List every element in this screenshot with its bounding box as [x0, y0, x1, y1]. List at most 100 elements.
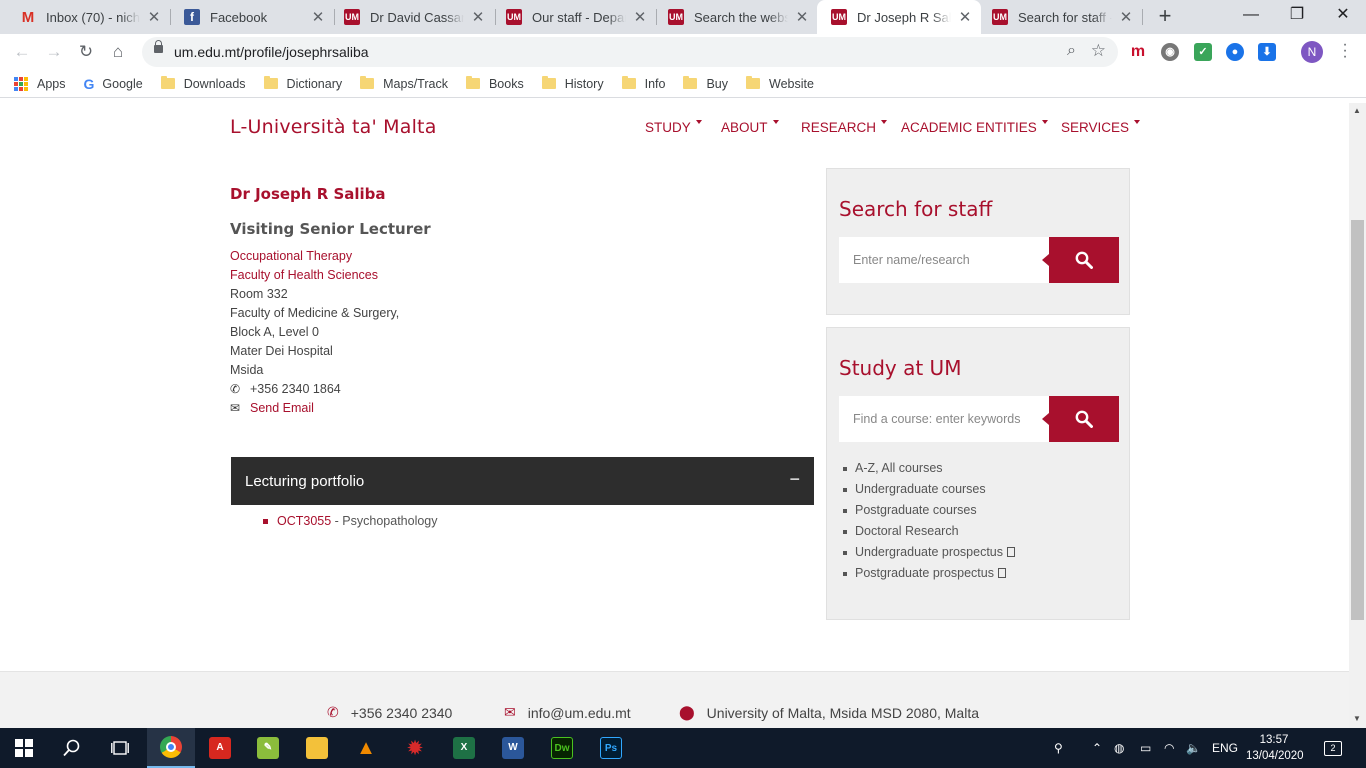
scrollbar-thumb[interactable]: [1351, 220, 1364, 620]
profile-avatar[interactable]: N: [1301, 41, 1323, 63]
main-nav-study[interactable]: STUDY: [645, 120, 702, 135]
scroll-up-icon[interactable]: ▲: [1353, 106, 1361, 115]
study-link[interactable]: Undergraduate courses: [843, 479, 1015, 500]
bookmark-folder[interactable]: Downloads: [160, 76, 246, 91]
main-nav-about[interactable]: ABOUT: [721, 120, 779, 135]
antivirus-tray-icon[interactable]: ◍: [1114, 728, 1124, 768]
tab-search-website[interactable]: UM Search the website ✕: [654, 0, 818, 34]
back-button[interactable]: ←: [10, 40, 34, 64]
bookmark-folder[interactable]: Website: [746, 76, 814, 91]
bookmark-folder[interactable]: History: [541, 76, 604, 91]
tab-our-staff[interactable]: UM Our staff - Departm ✕: [492, 0, 656, 34]
minimize-button[interactable]: —: [1228, 0, 1274, 34]
department-link[interactable]: Occupational Therapy: [230, 247, 399, 266]
dreamweaver-taskbar-button[interactable]: Dw: [538, 728, 586, 768]
vlc-taskbar-button[interactable]: ▲: [342, 728, 390, 768]
avg-extension-icon[interactable]: ✓: [1194, 43, 1212, 61]
close-tab-icon[interactable]: ✕: [794, 8, 810, 26]
mendeley-extension-icon[interactable]: m: [1129, 43, 1147, 61]
notepad-taskbar-button[interactable]: ✎: [244, 728, 292, 768]
page-scrollbar[interactable]: ▲ ▼: [1349, 103, 1366, 728]
address-bar[interactable]: um.edu.mt/profile/josephrsaliba ⌕ ☆: [142, 37, 1118, 67]
virus-app-taskbar-button[interactable]: ✹: [391, 728, 439, 768]
main-nav-academic-entities[interactable]: ACADEMIC ENTITIES: [901, 120, 1048, 135]
volume-icon[interactable]: 🔈: [1186, 728, 1201, 768]
study-link[interactable]: Undergraduate prospectus: [843, 542, 1016, 563]
browser-menu-icon[interactable]: · · ·: [1340, 37, 1350, 65]
lecturing-portfolio-header[interactable]: Lecturing portfolio −: [231, 457, 814, 505]
word-icon: W: [502, 737, 524, 759]
main-nav-research[interactable]: RESEARCH: [801, 120, 888, 135]
faculty-link[interactable]: Faculty of Health Sciences: [230, 266, 399, 285]
wifi-icon[interactable]: ◠: [1164, 728, 1174, 768]
site-logo[interactable]: L-Università ta' Malta: [230, 116, 437, 138]
download-extension-icon[interactable]: ⬇: [1258, 43, 1276, 61]
study-link[interactable]: Postgraduate prospectus: [843, 563, 1015, 584]
taskbar: A ✎ ▲ ✹ X W Dw Ps ⚲ ⌃ ◍ ▭ ◠ 🔈 ENG 13:57 …: [0, 728, 1366, 768]
close-tab-icon[interactable]: ✕: [957, 8, 973, 26]
language-indicator[interactable]: ENG: [1212, 728, 1238, 768]
photoshop-taskbar-button[interactable]: Ps: [587, 728, 635, 768]
system-clock[interactable]: 13:57 13/04/2020: [1246, 732, 1304, 764]
excel-taskbar-button[interactable]: X: [440, 728, 488, 768]
course-search-button[interactable]: [1042, 396, 1119, 442]
close-tab-icon[interactable]: ✕: [1118, 8, 1134, 26]
battery-icon[interactable]: ▭: [1140, 728, 1151, 768]
chrome-taskbar-button[interactable]: [147, 728, 195, 768]
tab-joseph-saliba[interactable]: UM Dr Joseph R Saliba ✕: [817, 0, 981, 34]
word-taskbar-button[interactable]: W: [489, 728, 537, 768]
acrobat-taskbar-button[interactable]: A: [196, 728, 244, 768]
page-viewport: L-Università ta' Malta STUDY ABOUT RESEA…: [0, 103, 1349, 728]
tab-facebook[interactable]: f Facebook ✕: [170, 0, 334, 34]
close-tab-icon[interactable]: ✕: [470, 8, 486, 26]
study-link[interactable]: A-Z, All courses: [843, 458, 1015, 479]
people-icon[interactable]: ⚲: [1054, 728, 1063, 768]
home-button[interactable]: ⌂: [106, 40, 130, 64]
main-nav-services[interactable]: SERVICES: [1061, 120, 1141, 135]
collapse-icon[interactable]: −: [789, 469, 800, 490]
bookmark-folder[interactable]: Dictionary: [263, 76, 342, 91]
film-extension-icon[interactable]: ◉: [1161, 43, 1179, 61]
staff-search-button[interactable]: [1042, 237, 1119, 283]
scroll-down-icon[interactable]: ▼: [1353, 714, 1361, 723]
um-icon: UM: [831, 9, 847, 25]
zoom-icon[interactable]: ⌕: [1067, 42, 1076, 60]
start-button[interactable]: [0, 728, 48, 768]
close-tab-icon[interactable]: ✕: [310, 8, 326, 26]
bookmark-google[interactable]: G Google: [84, 76, 143, 92]
bookmark-star-icon[interactable]: ☆: [1091, 41, 1106, 61]
bookmark-folder[interactable]: Maps/Track: [360, 76, 448, 91]
study-link[interactable]: Postgraduate courses: [843, 500, 1015, 521]
new-tab-button[interactable]: +: [1152, 4, 1178, 30]
bookmark-folder[interactable]: Buy: [683, 76, 728, 91]
bookmark-folder[interactable]: Books: [465, 76, 524, 91]
search-taskbar-button[interactable]: [48, 728, 96, 768]
unit-code-link[interactable]: OCT3055: [277, 514, 331, 528]
send-email-link[interactable]: Send Email: [250, 401, 314, 415]
reload-button[interactable]: ↻: [74, 40, 98, 64]
chevron-up-icon[interactable]: ⌃: [1092, 728, 1102, 768]
bookmark-folder[interactable]: Info: [621, 76, 665, 91]
tab-strip: M Inbox (70) - nicho ✕ f Facebook ✕ UM D…: [0, 0, 1366, 34]
bookmark-apps[interactable]: Apps: [14, 76, 66, 91]
notifications-button[interactable]: 2: [1324, 728, 1342, 768]
close-tab-icon[interactable]: ✕: [632, 8, 648, 26]
envelope-icon: ✉: [504, 704, 516, 720]
url-text[interactable]: um.edu.mt/profile/josephrsaliba: [174, 44, 369, 60]
tab-search-staff[interactable]: UM Search for staff - L ✕: [978, 0, 1142, 34]
maximize-button[interactable]: ❐: [1274, 0, 1320, 34]
close-window-button[interactable]: ✕: [1320, 0, 1366, 34]
close-tab-icon[interactable]: ✕: [146, 8, 162, 26]
tab-david-cassar[interactable]: UM Dr David Cassar - U ✕: [330, 0, 494, 34]
footer-phone[interactable]: ✆ +356 2340 2340: [327, 704, 452, 721]
folder-icon: [683, 76, 698, 89]
study-link[interactable]: Doctoral Research: [843, 521, 1015, 542]
forward-button[interactable]: →: [42, 40, 66, 64]
file-explorer-taskbar-button[interactable]: [293, 728, 341, 768]
course-search-input[interactable]: Find a course: enter keywords: [839, 396, 1049, 442]
tab-gmail[interactable]: M Inbox (70) - nicho ✕: [6, 0, 170, 34]
footer-email[interactable]: ✉ info@um.edu.mt: [504, 704, 631, 721]
task-view-button[interactable]: [96, 728, 144, 768]
chat-extension-icon[interactable]: ●: [1226, 43, 1244, 61]
staff-search-input[interactable]: Enter name/research: [839, 237, 1049, 283]
